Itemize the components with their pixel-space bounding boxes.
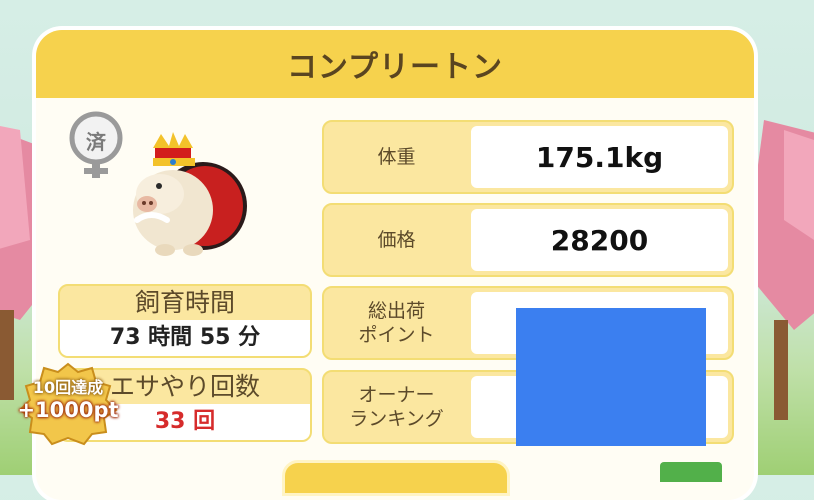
weight-label: 体重 bbox=[377, 146, 416, 168]
price-label: 価格 bbox=[377, 229, 416, 251]
price-row: 価格 28200 bbox=[322, 203, 734, 277]
pig-name-title: コンプリートン bbox=[286, 50, 504, 85]
total-points-label-line2: ポイント bbox=[358, 324, 435, 346]
bottom-green-button[interactable] bbox=[660, 462, 722, 482]
owner-ranking-label-line2: ランキング bbox=[349, 408, 444, 430]
pig-character-image bbox=[115, 128, 255, 260]
price-value: 28200 bbox=[471, 209, 728, 271]
raising-time-label: 飼育時間 bbox=[134, 288, 235, 317]
bonus-achievement-badge: 10回達成 +1000pt bbox=[12, 362, 124, 446]
weight-row: 体重 175.1kg bbox=[322, 120, 734, 194]
bottom-action-button[interactable] bbox=[282, 460, 510, 496]
card-header: コンプリートン bbox=[36, 30, 754, 98]
raising-time-box: 飼育時間 73 時間 55 分 bbox=[58, 284, 312, 358]
redacted-area bbox=[516, 308, 706, 446]
bonus-points-label: +1000pt bbox=[17, 398, 119, 422]
weight-value: 175.1kg bbox=[471, 126, 728, 188]
owner-ranking-label-line1: オーナー bbox=[358, 384, 435, 406]
raising-time-value: 73 時間 55 分 bbox=[60, 320, 310, 356]
bonus-count-label: 10回達成 bbox=[32, 378, 104, 397]
tree-right-decoration bbox=[744, 100, 814, 420]
total-points-label: 総出荷 ポイント bbox=[324, 288, 469, 358]
total-points-label-line1: 総出荷 bbox=[367, 300, 425, 322]
owner-ranking-label: オーナー ランキング bbox=[324, 372, 469, 442]
